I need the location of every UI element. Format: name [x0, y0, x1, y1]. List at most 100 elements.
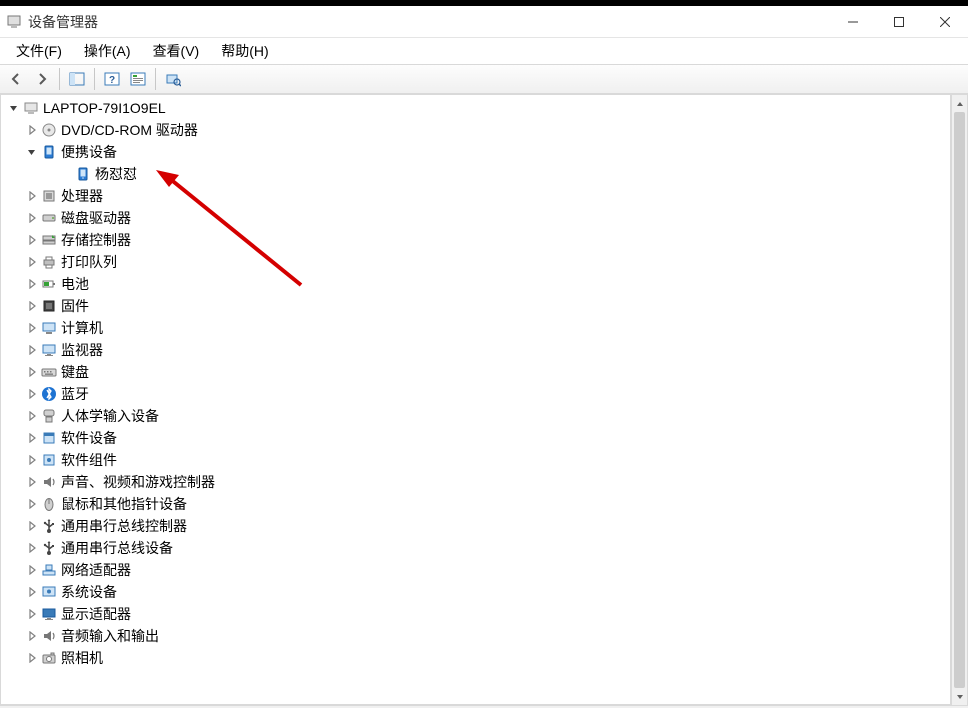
- expand-icon[interactable]: [25, 299, 39, 313]
- tree-category-node[interactable]: 打印队列: [1, 251, 950, 273]
- scrollbar-down-button[interactable]: [952, 688, 967, 705]
- tree-category-label: 网络适配器: [61, 560, 131, 580]
- expand-icon[interactable]: [25, 431, 39, 445]
- tree-category-label: 通用串行总线设备: [61, 538, 173, 558]
- expand-icon[interactable]: [25, 255, 39, 269]
- tree-category-label: 键盘: [61, 362, 89, 382]
- svg-text:?: ?: [109, 75, 115, 86]
- system-icon: [41, 584, 57, 600]
- close-button[interactable]: [922, 6, 968, 37]
- tree-category-node[interactable]: 软件组件: [1, 449, 950, 471]
- software-icon: [41, 430, 57, 446]
- tree-category-node[interactable]: 人体学输入设备: [1, 405, 950, 427]
- toolbar-forward-button[interactable]: [30, 67, 54, 91]
- toolbar-separator: [94, 68, 95, 90]
- tree-category-label: 软件组件: [61, 450, 117, 470]
- expand-icon[interactable]: [25, 233, 39, 247]
- tree-category-node[interactable]: 存储控制器: [1, 229, 950, 251]
- tree-category-node[interactable]: 软件设备: [1, 427, 950, 449]
- collapse-icon[interactable]: [7, 101, 21, 115]
- tree-category-node[interactable]: 蓝牙: [1, 383, 950, 405]
- expand-icon[interactable]: [25, 409, 39, 423]
- tree-category-node[interactable]: 电池: [1, 273, 950, 295]
- usb-icon: [41, 518, 57, 534]
- audio-icon: [41, 628, 57, 644]
- scrollbar-thumb[interactable]: [954, 112, 965, 688]
- tree-category-node[interactable]: DVD/CD-ROM 驱动器: [1, 119, 950, 141]
- tree-category-node[interactable]: 通用串行总线设备: [1, 537, 950, 559]
- tree-root-node[interactable]: LAPTOP-79I1O9EL: [1, 97, 950, 119]
- printer-icon: [41, 254, 57, 270]
- collapse-icon[interactable]: [25, 145, 39, 159]
- expand-icon[interactable]: [25, 475, 39, 489]
- title-bar: 设备管理器: [0, 6, 968, 38]
- camera-icon: [41, 650, 57, 666]
- firmware-icon: [41, 298, 57, 314]
- tree-category-node[interactable]: 显示适配器: [1, 603, 950, 625]
- tree-category-node[interactable]: 计算机: [1, 317, 950, 339]
- expand-icon[interactable]: [25, 321, 39, 335]
- storage-icon: [41, 232, 57, 248]
- battery-icon: [41, 276, 57, 292]
- tree-device-label: 杨怼怼: [95, 164, 137, 184]
- toolbar-help-button[interactable]: ?: [100, 67, 124, 91]
- expand-icon[interactable]: [25, 629, 39, 643]
- expand-icon[interactable]: [25, 365, 39, 379]
- expand-icon[interactable]: [25, 585, 39, 599]
- toolbar-showhide-button[interactable]: [65, 67, 89, 91]
- expand-icon[interactable]: [25, 387, 39, 401]
- vertical-scrollbar[interactable]: [951, 95, 968, 705]
- scrollbar-track[interactable]: [952, 112, 967, 688]
- menu-help[interactable]: 帮助(H): [211, 39, 278, 63]
- toolbar-properties-button[interactable]: [126, 67, 150, 91]
- toolbar-back-button[interactable]: [4, 67, 28, 91]
- expand-icon[interactable]: [25, 277, 39, 291]
- device-tree[interactable]: LAPTOP-79I1O9EL DVD/CD-ROM 驱动器 便携设备 杨怼怼 …: [0, 95, 951, 705]
- tree-category-node[interactable]: 便携设备: [1, 141, 950, 163]
- tree-category-label: 固件: [61, 296, 89, 316]
- tree-category-node[interactable]: 处理器: [1, 185, 950, 207]
- tree-category-node[interactable]: 鼠标和其他指针设备: [1, 493, 950, 515]
- menu-action[interactable]: 操作(A): [74, 39, 141, 63]
- window-controls: [830, 6, 968, 37]
- toolbar-scan-button[interactable]: [161, 67, 185, 91]
- tree-category-node[interactable]: 系统设备: [1, 581, 950, 603]
- menu-view[interactable]: 查看(V): [143, 39, 210, 63]
- expand-icon[interactable]: [25, 343, 39, 357]
- tree-category-label: 处理器: [61, 186, 103, 206]
- expand-icon[interactable]: [25, 607, 39, 621]
- expand-icon[interactable]: [25, 189, 39, 203]
- expand-icon[interactable]: [25, 541, 39, 555]
- cpu-icon: [41, 188, 57, 204]
- menu-file[interactable]: 文件(F): [6, 39, 72, 63]
- tree-category-label: 打印队列: [61, 252, 117, 272]
- expand-icon[interactable]: [25, 519, 39, 533]
- tree-root-label: LAPTOP-79I1O9EL: [43, 100, 166, 116]
- usbdev-icon: [41, 540, 57, 556]
- expand-icon[interactable]: [25, 453, 39, 467]
- tree-category-node[interactable]: 声音、视频和游戏控制器: [1, 471, 950, 493]
- mouse-icon: [41, 496, 57, 512]
- tree-category-node[interactable]: 通用串行总线控制器: [1, 515, 950, 537]
- expand-icon[interactable]: [25, 651, 39, 665]
- tree-category-label: 显示适配器: [61, 604, 131, 624]
- expand-icon[interactable]: [25, 563, 39, 577]
- expand-icon[interactable]: [25, 211, 39, 225]
- tree-category-label: 人体学输入设备: [61, 406, 159, 426]
- display-icon: [41, 606, 57, 622]
- scrollbar-up-button[interactable]: [952, 95, 967, 112]
- minimize-button[interactable]: [830, 6, 876, 37]
- tree-category-node[interactable]: 网络适配器: [1, 559, 950, 581]
- tree-category-label: 计算机: [61, 318, 103, 338]
- maximize-button[interactable]: [876, 6, 922, 37]
- tree-category-node[interactable]: 音频输入和输出: [1, 625, 950, 647]
- tree-category-label: 软件设备: [61, 428, 117, 448]
- expand-icon[interactable]: [25, 497, 39, 511]
- expand-icon[interactable]: [25, 123, 39, 137]
- tree-category-node[interactable]: 固件: [1, 295, 950, 317]
- tree-category-node[interactable]: 监视器: [1, 339, 950, 361]
- tree-category-node[interactable]: 照相机: [1, 647, 950, 669]
- tree-device-node[interactable]: 杨怼怼: [1, 163, 950, 185]
- tree-category-node[interactable]: 键盘: [1, 361, 950, 383]
- tree-category-node[interactable]: 磁盘驱动器: [1, 207, 950, 229]
